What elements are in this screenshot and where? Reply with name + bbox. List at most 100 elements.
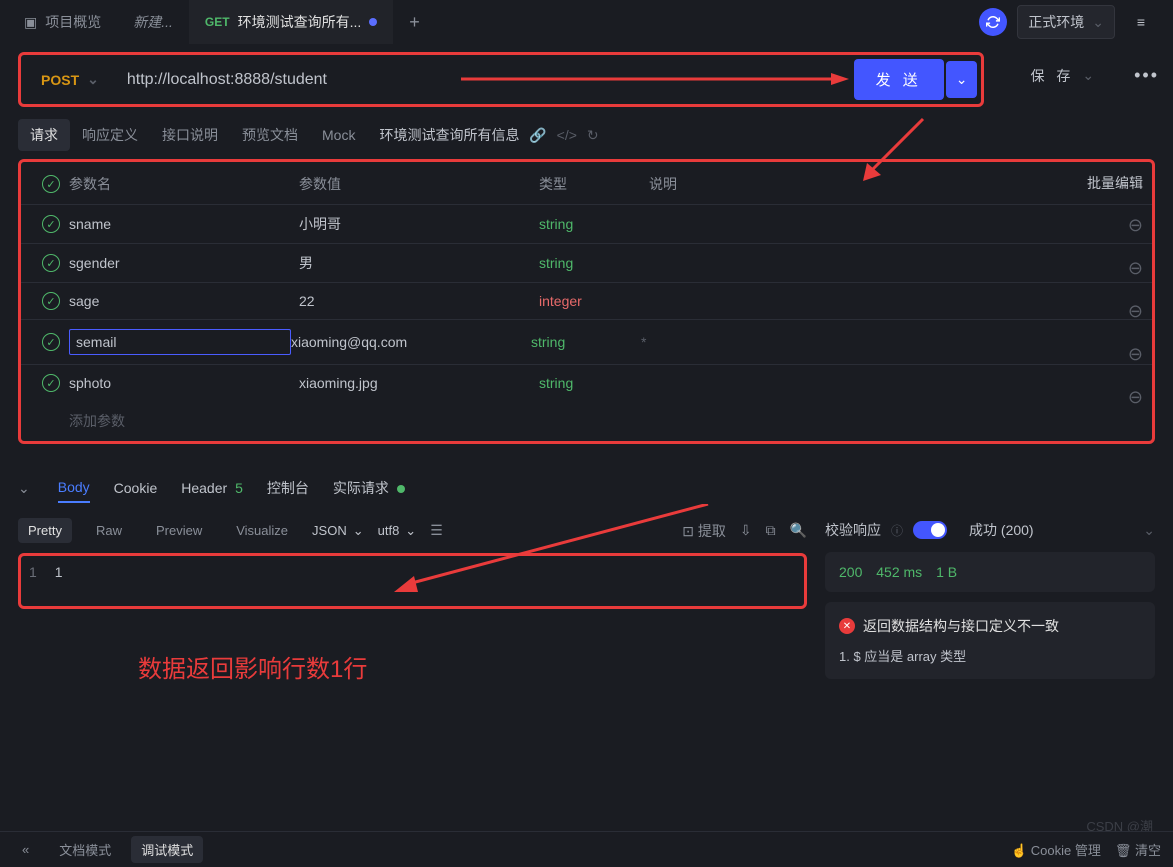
method-select[interactable]: POST ⌄ xyxy=(25,63,115,96)
more-icon: ••• xyxy=(1134,65,1159,85)
response-body[interactable]: 1 1 xyxy=(18,553,807,609)
environment-select[interactable]: 正式环境 ⌄ xyxy=(1017,5,1115,39)
mode-doc-button[interactable]: 文档模式 xyxy=(49,836,121,863)
subtab-preview[interactable]: 预览文档 xyxy=(230,119,310,151)
param-row[interactable]: ✓ sname 小明哥 string xyxy=(21,204,1152,243)
check-icon[interactable]: ✓ xyxy=(42,215,60,233)
send-label: 发 送 xyxy=(876,69,922,90)
format-label: JSON xyxy=(312,523,347,538)
delete-row-button[interactable]: ⊖ xyxy=(1128,387,1143,408)
status-summary: 200 452 ms 1 B xyxy=(825,552,1155,592)
annotation-text: 数据返回影响行数1行 xyxy=(18,609,807,684)
header-count-badge: 5 xyxy=(235,480,243,496)
link-icon[interactable]: 🔗 xyxy=(529,127,546,143)
param-type[interactable]: string xyxy=(531,334,641,350)
param-type[interactable]: string xyxy=(539,255,649,271)
chevron-down-icon[interactable]: ⌄ xyxy=(1143,522,1155,539)
check-icon[interactable]: ✓ xyxy=(42,292,60,310)
add-tab-button[interactable]: + xyxy=(393,12,436,33)
delete-row-button[interactable]: ⊖ xyxy=(1128,344,1143,365)
validate-toggle[interactable] xyxy=(913,521,947,539)
param-row[interactable]: ✓ semail xiaoming@qq.com string * xyxy=(21,319,1152,364)
collapse-button[interactable]: ⌄ xyxy=(18,480,30,497)
send-button[interactable]: 发 送 xyxy=(854,59,944,100)
tab-active-request[interactable]: GET 环境测试查询所有... xyxy=(189,0,393,44)
param-name[interactable]: sgender xyxy=(69,255,299,271)
delete-row-button[interactable]: ⊖ xyxy=(1128,215,1143,236)
param-name[interactable]: sphoto xyxy=(69,375,299,391)
wrap-icon[interactable]: ☰ xyxy=(430,522,443,539)
param-name[interactable]: sname xyxy=(69,216,299,232)
subtab-request[interactable]: 请求 xyxy=(18,119,70,151)
cleanup-button[interactable]: 🗑 清空 xyxy=(1115,840,1161,859)
url-input[interactable] xyxy=(115,63,854,97)
param-value[interactable]: 男 xyxy=(299,253,539,273)
check-icon[interactable]: ✓ xyxy=(42,254,60,272)
validate-title: 校验响应 xyxy=(825,520,881,540)
view-preview-button[interactable]: Preview xyxy=(146,518,212,543)
validation-error-box: ✕ 返回数据结构与接口定义不一致 1. $ 应当是 array 类型 xyxy=(825,602,1155,679)
send-dropdown[interactable]: ⌄ xyxy=(946,61,978,98)
more-button[interactable]: ••• xyxy=(1120,55,1173,96)
resp-tab-cookie[interactable]: Cookie xyxy=(114,474,158,502)
menu-button[interactable]: ≡ xyxy=(1125,6,1157,38)
param-name-input[interactable]: semail xyxy=(69,329,291,355)
extract-button[interactable]: ⊡ 提取 xyxy=(682,521,726,541)
search-icon[interactable]: 🔍 xyxy=(790,522,807,539)
param-value[interactable]: xiaoming.jpg xyxy=(299,375,539,391)
collapse-left-button[interactable]: « xyxy=(12,838,39,861)
cookie-manage-button[interactable]: ☝ Cookie 管理 xyxy=(1011,840,1101,859)
param-type[interactable]: string xyxy=(539,375,649,391)
format-select[interactable]: JSON ⌄ xyxy=(312,523,364,539)
extract-label: 提取 xyxy=(698,523,726,539)
batch-edit-button[interactable]: 批量编辑 xyxy=(1087,173,1143,193)
view-pretty-button[interactable]: Pretty xyxy=(18,518,72,543)
param-value[interactable]: xiaoming@qq.com xyxy=(291,334,531,350)
subtab-response-def[interactable]: 响应定义 xyxy=(70,119,150,151)
check-icon[interactable]: ✓ xyxy=(42,333,60,351)
code-icon[interactable]: </> xyxy=(557,127,577,143)
param-value[interactable]: 小明哥 xyxy=(299,214,539,234)
save-label: 保 存 xyxy=(1030,66,1074,86)
refresh-icon xyxy=(986,15,1000,29)
encoding-select[interactable]: utf8 ⌄ xyxy=(378,523,417,539)
resp-tab-body[interactable]: Body xyxy=(58,473,90,503)
view-raw-button[interactable]: Raw xyxy=(86,518,132,543)
info-icon[interactable]: ⓘ xyxy=(891,522,903,539)
chevron-down-icon: ⌄ xyxy=(87,71,99,88)
status-dot-icon xyxy=(397,485,405,493)
check-icon[interactable]: ✓ xyxy=(42,374,60,392)
download-icon[interactable]: ⇩ xyxy=(740,522,752,539)
resp-tab-actual[interactable]: 实际请求 xyxy=(333,472,405,504)
check-all-icon[interactable]: ✓ xyxy=(42,175,60,193)
tab-overview[interactable]: ▣ 项目概览 xyxy=(8,0,117,44)
breadcrumb-label: 环境测试查询所有信息 xyxy=(379,127,519,143)
overview-icon: ▣ xyxy=(24,14,37,31)
chevron-down-icon: ⌄ xyxy=(353,523,364,539)
tab-new[interactable]: 新建... xyxy=(117,0,189,44)
view-visualize-button[interactable]: Visualize xyxy=(226,518,298,543)
param-row[interactable]: ✓ sgender 男 string xyxy=(21,243,1152,282)
refresh-button[interactable] xyxy=(979,8,1007,36)
subtab-api-desc[interactable]: 接口说明 xyxy=(150,119,230,151)
param-desc[interactable]: * xyxy=(641,334,1140,350)
resp-tab-console[interactable]: 控制台 xyxy=(267,472,309,504)
save-button[interactable]: 保 存 ⌄ xyxy=(1014,56,1114,96)
validate-status: 成功 (200) xyxy=(969,520,1034,540)
delete-row-button[interactable]: ⊖ xyxy=(1128,258,1143,279)
param-type[interactable]: integer xyxy=(539,293,649,309)
resp-tab-actual-label: 实际请求 xyxy=(333,480,389,496)
copy-icon[interactable]: ⧉ xyxy=(766,522,776,539)
mode-debug-button[interactable]: 调试模式 xyxy=(131,836,203,863)
param-row[interactable]: ✓ sphoto xiaoming.jpg string xyxy=(21,364,1152,401)
reload-icon[interactable]: ↻ xyxy=(587,127,599,143)
param-type[interactable]: string xyxy=(539,216,649,232)
env-label: 正式环境 xyxy=(1028,12,1084,32)
param-value[interactable]: 22 xyxy=(299,293,539,309)
subtab-mock[interactable]: Mock xyxy=(310,121,367,149)
param-name[interactable]: sage xyxy=(69,293,299,309)
delete-row-button[interactable]: ⊖ xyxy=(1128,301,1143,322)
param-row[interactable]: ✓ sage 22 integer xyxy=(21,282,1152,319)
add-param-button[interactable]: 添加参数 xyxy=(21,401,1152,435)
resp-tab-header[interactable]: Header 5 xyxy=(181,474,243,502)
